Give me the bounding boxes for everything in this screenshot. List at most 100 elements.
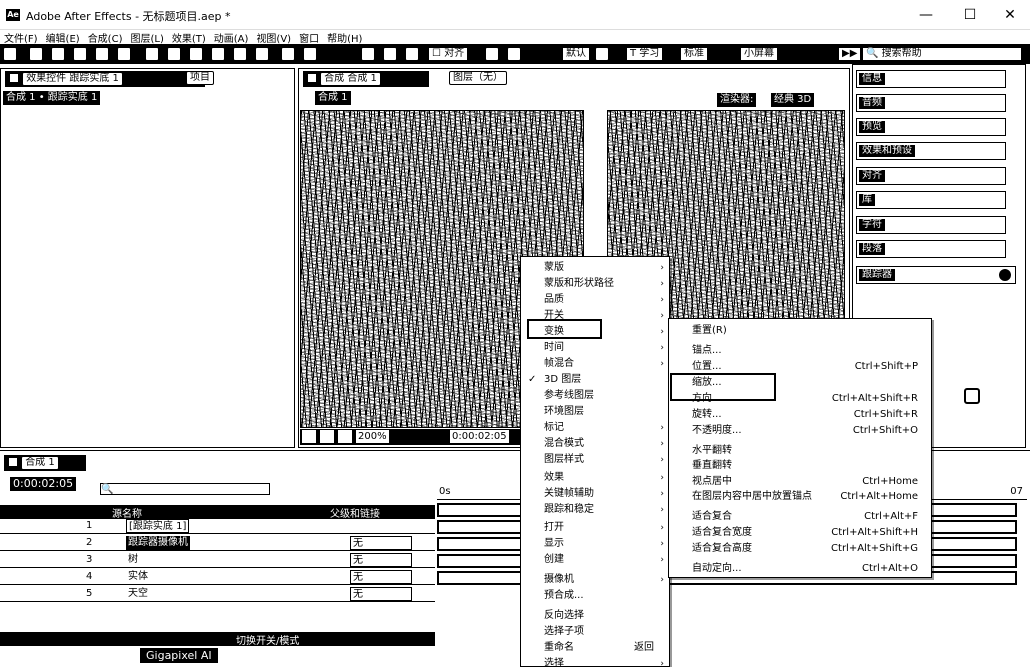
workspace-small-screen[interactable]: 小屏幕 [740, 47, 778, 61]
stamp-tool-icon[interactable] [232, 46, 248, 62]
context-menu-item[interactable]: 跟踪和稳定 › [520, 502, 670, 518]
transform-submenu-item[interactable]: 锚点... [668, 343, 932, 358]
layer-tab[interactable]: 图层（无） [449, 71, 507, 85]
timeline-tab[interactable]: 合成 1 [4, 455, 86, 471]
layer-name[interactable]: 跟踪器摄像机 [126, 536, 190, 550]
menu-composition[interactable]: 合成(C) [88, 30, 123, 45]
context-menu-item[interactable]: 混合模式 › [520, 436, 670, 452]
transform-submenu-item[interactable]: 位置... Ctrl+Shift+P [668, 359, 932, 374]
pan-tool-icon[interactable] [116, 46, 132, 62]
transform-submenu-item[interactable]: 适合复合 Ctrl+Alt+F [668, 509, 932, 524]
context-menu-item[interactable]: 打开 › [520, 520, 670, 536]
transform-submenu-item[interactable]: 垂直翻转 [668, 458, 932, 473]
layer-row[interactable]: 1 [跟踪实底 1] [0, 518, 435, 534]
context-menu-item[interactable]: 蒙版 › [520, 260, 670, 276]
axis-view-icon[interactable] [404, 46, 420, 62]
snap-icon[interactable] [484, 46, 500, 62]
rectangle-tool-icon[interactable] [144, 46, 160, 62]
context-menu-item[interactable]: 效果 › [520, 470, 670, 486]
close-icon[interactable] [9, 73, 19, 83]
layer-name[interactable]: [跟踪实底 1] [126, 519, 190, 533]
effects-panel-tab[interactable]: 效果控件 跟踪实底 1 [5, 71, 205, 87]
align-panel[interactable]: 对齐 [856, 167, 1006, 185]
context-menu-item[interactable]: 选择 › [520, 656, 670, 667]
roto-brush-icon[interactable] [280, 46, 296, 62]
parent-select[interactable]: 无 [350, 536, 412, 550]
library-panel[interactable]: 库 [856, 191, 1006, 209]
composition-tab[interactable]: 合成 合成 1 [303, 71, 429, 87]
snap-options-icon[interactable] [506, 46, 522, 62]
menu-file[interactable]: 文件(F) [4, 30, 38, 45]
menu-layer[interactable]: 图层(L) [130, 30, 163, 45]
transform-submenu-item[interactable]: 适合复合高度 Ctrl+Alt+Shift+G [668, 541, 932, 556]
context-menu-item[interactable]: 参考线图层 [520, 388, 670, 404]
menu-effect[interactable]: 效果(T) [172, 30, 206, 45]
axis-local-icon[interactable] [360, 46, 376, 62]
renderer-value[interactable]: 经典 3D [771, 93, 815, 107]
context-menu-item[interactable]: 摄像机 › [520, 572, 670, 588]
parent-select[interactable]: 无 [350, 587, 412, 601]
maximize-button[interactable]: ☐ [950, 4, 990, 26]
brush-tool-icon[interactable] [210, 46, 226, 62]
eraser-tool-icon[interactable] [254, 46, 270, 62]
menu-window[interactable]: 窗口 [299, 30, 319, 45]
transform-submenu-item[interactable]: 适合复合宽度 Ctrl+Alt+Shift+H [668, 525, 932, 540]
transform-submenu-item[interactable]: 重置(R) [668, 323, 932, 338]
layer-name[interactable]: 实体 [126, 570, 150, 584]
zoom-select[interactable]: 200% [356, 430, 389, 443]
home-icon[interactable] [2, 46, 18, 62]
axis-world-icon[interactable] [382, 46, 398, 62]
snapshot-icon[interactable] [302, 430, 316, 443]
context-menu-item[interactable]: 时间 › [520, 340, 670, 356]
project-tab[interactable]: 项目 [186, 71, 214, 85]
toggle-switches-modes[interactable]: 切换开关/模式 [236, 632, 299, 647]
menu-view[interactable]: 视图(V) [256, 30, 291, 45]
context-menu-item[interactable]: 反向选择 [520, 608, 670, 624]
context-menu-item[interactable]: 品质 › [520, 292, 670, 308]
menu-animation[interactable]: 动画(A) [214, 30, 249, 45]
menu-edit[interactable]: 编辑(E) [46, 30, 80, 45]
zoom-tool-icon[interactable] [50, 46, 66, 62]
context-menu-item[interactable]: 关键帧辅助 › [520, 486, 670, 502]
layer-name[interactable]: 天空 [126, 587, 150, 601]
parent-select[interactable]: 无 [350, 570, 412, 584]
display-icon[interactable] [320, 430, 334, 443]
viewer-timecode[interactable]: 0:00:02:05 [450, 430, 509, 443]
close-icon[interactable] [307, 73, 317, 83]
workspace-menu-icon[interactable] [594, 46, 610, 62]
context-menu-item[interactable]: 显示 › [520, 536, 670, 552]
paragraph-panel[interactable]: 段落 [856, 240, 1006, 258]
transform-submenu-item[interactable]: 不透明度... Ctrl+Shift+O [668, 423, 932, 438]
layer-row[interactable]: 3 树 无 [0, 552, 435, 568]
audio-panel[interactable]: 音频 [856, 94, 1006, 112]
close-icon[interactable] [8, 457, 18, 467]
context-menu-item[interactable]: ✓ 3D 图层 [520, 372, 670, 388]
preview-panel[interactable]: 预览 [856, 118, 1006, 136]
align-checkbox[interactable]: ☐ 对齐 [428, 47, 469, 61]
mask-icon[interactable] [338, 430, 352, 443]
transform-submenu-item[interactable]: 水平翻转 [668, 443, 932, 458]
parent-select[interactable]: 无 [350, 553, 412, 567]
transform-submenu-item[interactable]: 旋转... Ctrl+Shift+R [668, 407, 932, 422]
transform-submenu-item[interactable]: 自动定向... Ctrl+Alt+O [668, 561, 932, 576]
context-menu-item[interactable]: 帧混合 › [520, 356, 670, 372]
hand-tool-icon[interactable] [28, 46, 44, 62]
layer-row[interactable]: 4 实体 无 [0, 569, 435, 585]
timeline-search-input[interactable]: 🔍 [100, 483, 270, 495]
tracker-record-icon[interactable] [964, 388, 980, 404]
info-panel[interactable]: 信息 [856, 70, 1006, 88]
transform-submenu-item[interactable]: 在图层内容中居中放置锚点 Ctrl+Alt+Home [668, 489, 932, 504]
workspace-standard[interactable]: 标准 [680, 47, 708, 61]
camera-tool-icon[interactable] [94, 46, 110, 62]
context-menu-item[interactable]: 选择子项 [520, 624, 670, 640]
menu-help[interactable]: 帮助(H) [327, 30, 362, 45]
rotate-tool-icon[interactable] [72, 46, 88, 62]
type-tool-icon[interactable] [188, 46, 204, 62]
minimize-button[interactable]: — [906, 4, 946, 26]
timeline-timecode[interactable]: 0:00:02:05 [10, 477, 77, 491]
context-menu-item[interactable]: 标记 › [520, 420, 670, 436]
taskbar-app-label[interactable]: Gigapixel AI [140, 648, 218, 663]
workspace-overflow-icon[interactable]: ▶▶ [838, 47, 862, 61]
tracker-panel[interactable]: 跟踪器 [856, 266, 1016, 284]
puppet-tool-icon[interactable] [302, 46, 318, 62]
